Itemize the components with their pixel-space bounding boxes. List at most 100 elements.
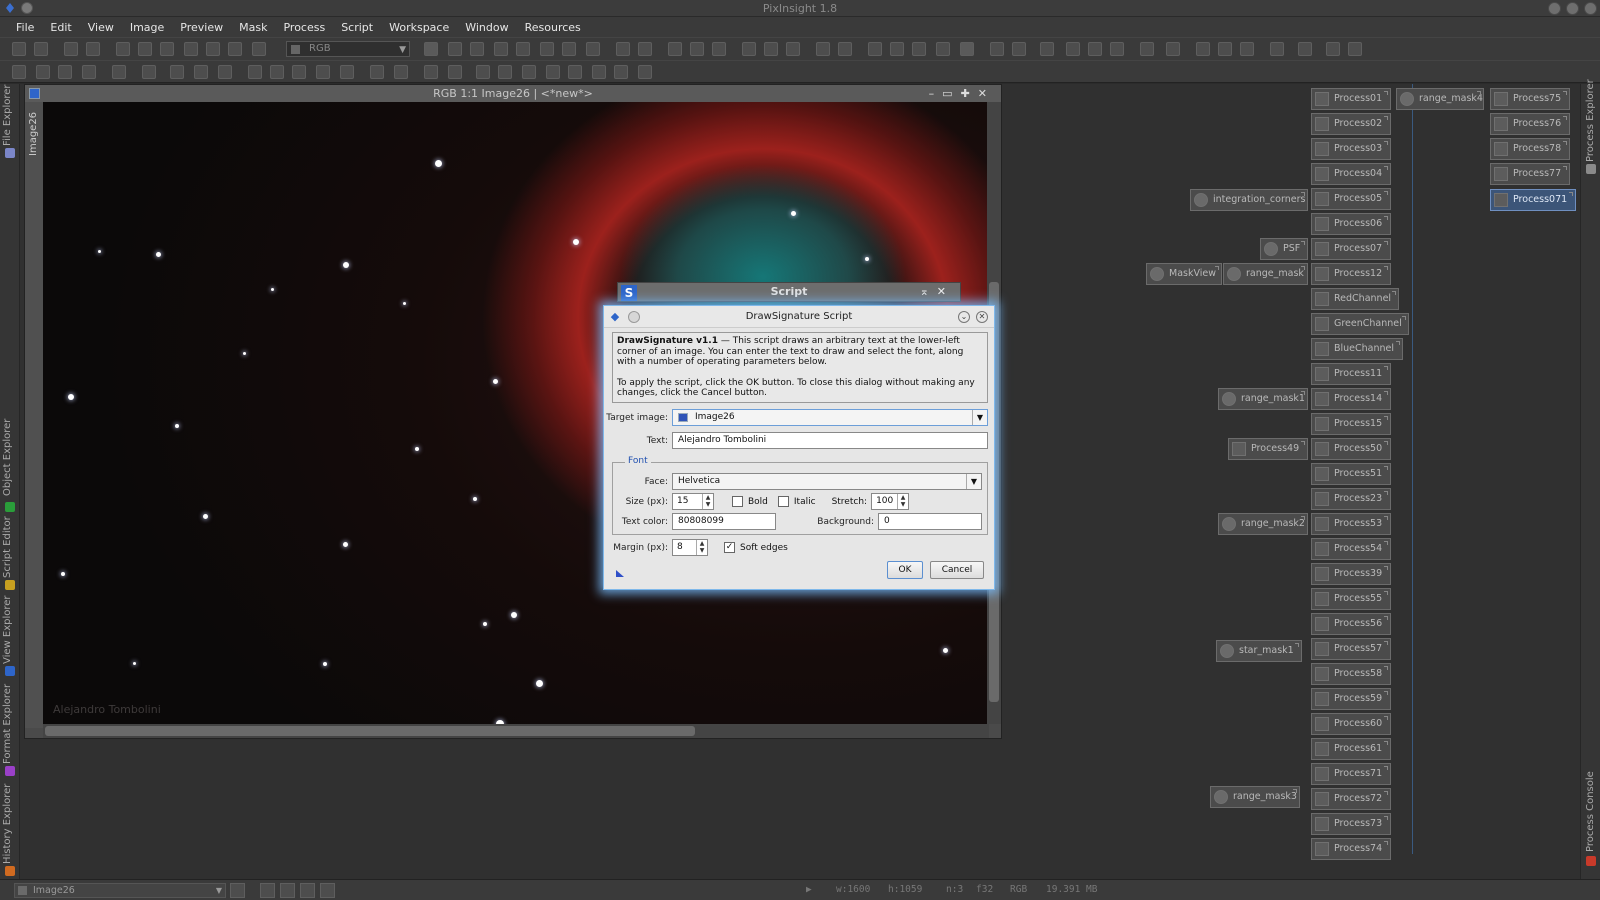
new-image-icon[interactable]: [64, 42, 78, 56]
stretch-spinbox[interactable]: 100 ▲ ▼: [871, 493, 910, 510]
process-icon-process73[interactable]: Process73: [1311, 813, 1391, 835]
process-icon-process49[interactable]: Process49: [1228, 438, 1308, 460]
process-icon-process14[interactable]: Process14: [1311, 388, 1391, 410]
pointer-icon[interactable]: [586, 42, 600, 56]
process-icon-range-mask2[interactable]: range_mask2: [1218, 513, 1308, 535]
process-icon-star-mask1[interactable]: star_mask1: [1216, 640, 1302, 662]
play-icon[interactable]: ▶: [806, 884, 812, 895]
fit-icon-1[interactable]: [370, 65, 384, 79]
horizontal-scroll-thumb[interactable]: [45, 726, 695, 736]
mirror-horizontal-icon[interactable]: [316, 65, 330, 79]
menu-edit[interactable]: Edit: [42, 21, 79, 34]
status-tool-4-icon[interactable]: [300, 883, 315, 898]
layer-3-icon[interactable]: [218, 65, 232, 79]
menu-preview[interactable]: Preview: [172, 21, 231, 34]
menu-process[interactable]: Process: [275, 21, 333, 34]
star-tool-5-icon[interactable]: [112, 65, 126, 79]
spin-arrows-icon[interactable]: ▲ ▼: [897, 494, 908, 509]
dialog-close-button[interactable]: ✕: [976, 311, 988, 323]
tab-history-explorer[interactable]: History Explorer: [2, 784, 13, 864]
process-icon-process60[interactable]: Process60: [1311, 713, 1391, 735]
process-icon-process06[interactable]: Process06: [1311, 213, 1391, 235]
color-space-select[interactable]: RGB ▼: [286, 41, 410, 57]
process-icon-process77[interactable]: Process77: [1490, 163, 1570, 185]
zoom-in-icon[interactable]: [616, 42, 630, 56]
stf-auto-icon[interactable]: [990, 42, 1004, 56]
process-icon-process61[interactable]: Process61: [1311, 738, 1391, 760]
horizontal-scrollbar[interactable]: [43, 724, 989, 738]
invert-mask-icon[interactable]: [1066, 42, 1080, 56]
fit-view-icon[interactable]: [742, 42, 756, 56]
menu-view[interactable]: View: [80, 21, 122, 34]
status-tool-2-icon[interactable]: [260, 883, 275, 898]
readout-mode-icon[interactable]: [424, 42, 438, 56]
process-icon-process03[interactable]: Process03: [1311, 138, 1391, 160]
process-icon-process11[interactable]: Process11: [1311, 363, 1391, 385]
process-icon-6[interactable]: [1298, 42, 1312, 56]
open-icon[interactable]: [86, 42, 100, 56]
channel-blue-icon[interactable]: [890, 42, 904, 56]
close-button[interactable]: [1584, 2, 1597, 15]
bold-checkbox[interactable]: [732, 496, 743, 507]
star-tool-2-icon[interactable]: [36, 65, 50, 79]
process-icon-process72[interactable]: Process72: [1311, 788, 1391, 810]
process-icon-5[interactable]: [1270, 42, 1284, 56]
process-icon-process56[interactable]: Process56: [1311, 613, 1391, 635]
status-tool-1-icon[interactable]: [230, 883, 245, 898]
process-icon-process12[interactable]: Process12: [1311, 263, 1391, 285]
image-window-titlebar[interactable]: RGB 1:1 Image26 | <*new*> –▭✚✕: [25, 85, 1001, 102]
star-tool-1-icon[interactable]: [12, 65, 26, 79]
mask-icon[interactable]: [206, 42, 220, 56]
view-selector[interactable]: Image26 ▼: [14, 883, 226, 898]
dialog-shade-button[interactable]: ⌄: [958, 311, 970, 323]
image-side-tab[interactable]: Image26: [28, 112, 39, 156]
enable-mask-icon[interactable]: [1088, 42, 1102, 56]
color-swatch-1-icon[interactable]: [476, 65, 490, 79]
process-icon-process59[interactable]: Process59: [1311, 688, 1391, 710]
properties-icon[interactable]: [252, 42, 266, 56]
undo-icon[interactable]: [12, 42, 26, 56]
rotate-icon[interactable]: [248, 65, 262, 79]
process-icon-process23[interactable]: Process23: [1311, 488, 1391, 510]
process-icon-integration-corners[interactable]: integration_corners: [1190, 189, 1308, 211]
tab-process-console[interactable]: Process Console: [1585, 771, 1596, 852]
process-icon-process58[interactable]: Process58: [1311, 663, 1391, 685]
star-tool-3-icon[interactable]: [58, 65, 72, 79]
process-icon-process55[interactable]: Process55: [1311, 588, 1391, 610]
process-icon-process53[interactable]: Process53: [1311, 513, 1391, 535]
fit-icon-3[interactable]: [424, 65, 438, 79]
mask-rendering-icon[interactable]: [1110, 42, 1124, 56]
color-swatch-8-icon[interactable]: [638, 65, 652, 79]
stf-reset-icon[interactable]: [1012, 42, 1026, 56]
font-size-spinbox[interactable]: 15 ▲ ▼: [672, 493, 714, 510]
new-preview-icon[interactable]: [540, 42, 554, 56]
star-tool-6-icon[interactable]: [142, 65, 156, 79]
status-tool-5-icon[interactable]: [320, 883, 335, 898]
process-icon-process78[interactable]: Process78: [1490, 138, 1570, 160]
menu-workspace[interactable]: Workspace: [381, 21, 457, 34]
dialog-menu-button[interactable]: [628, 311, 640, 323]
maximize-button[interactable]: [1566, 2, 1579, 15]
color-swatch-4-icon[interactable]: [546, 65, 560, 79]
process-icon-process57[interactable]: Process57: [1311, 638, 1391, 660]
process-icon-process02[interactable]: Process02: [1311, 113, 1391, 135]
color-swatch-7-icon[interactable]: [614, 65, 628, 79]
process-icon-process75[interactable]: Process75: [1490, 88, 1570, 110]
channel-rgb-icon[interactable]: [816, 42, 830, 56]
menu-image[interactable]: Image: [122, 21, 172, 34]
fit-icon-4[interactable]: [448, 65, 462, 79]
save-as-icon[interactable]: [138, 42, 152, 56]
script-window-titlebar[interactable]: S Script ⌅✕: [617, 282, 961, 302]
new-instance-icon[interactable]: [615, 568, 625, 578]
rotate-180-icon[interactable]: [292, 65, 306, 79]
tab-view-explorer[interactable]: View Explorer: [2, 595, 13, 664]
signature-text-input[interactable]: Alejandro Tombolini: [672, 432, 988, 449]
text-color-input[interactable]: 80808099: [672, 513, 776, 530]
pan-icon[interactable]: [448, 42, 462, 56]
process-icon-process15[interactable]: Process15: [1311, 413, 1391, 435]
zoom-1-icon[interactable]: [668, 42, 682, 56]
channel-lum-icon[interactable]: [912, 42, 926, 56]
process-icon-1[interactable]: [1166, 42, 1180, 56]
zoom-fit-icon[interactable]: [470, 42, 484, 56]
tab-file-explorer[interactable]: File Explorer: [2, 84, 13, 146]
